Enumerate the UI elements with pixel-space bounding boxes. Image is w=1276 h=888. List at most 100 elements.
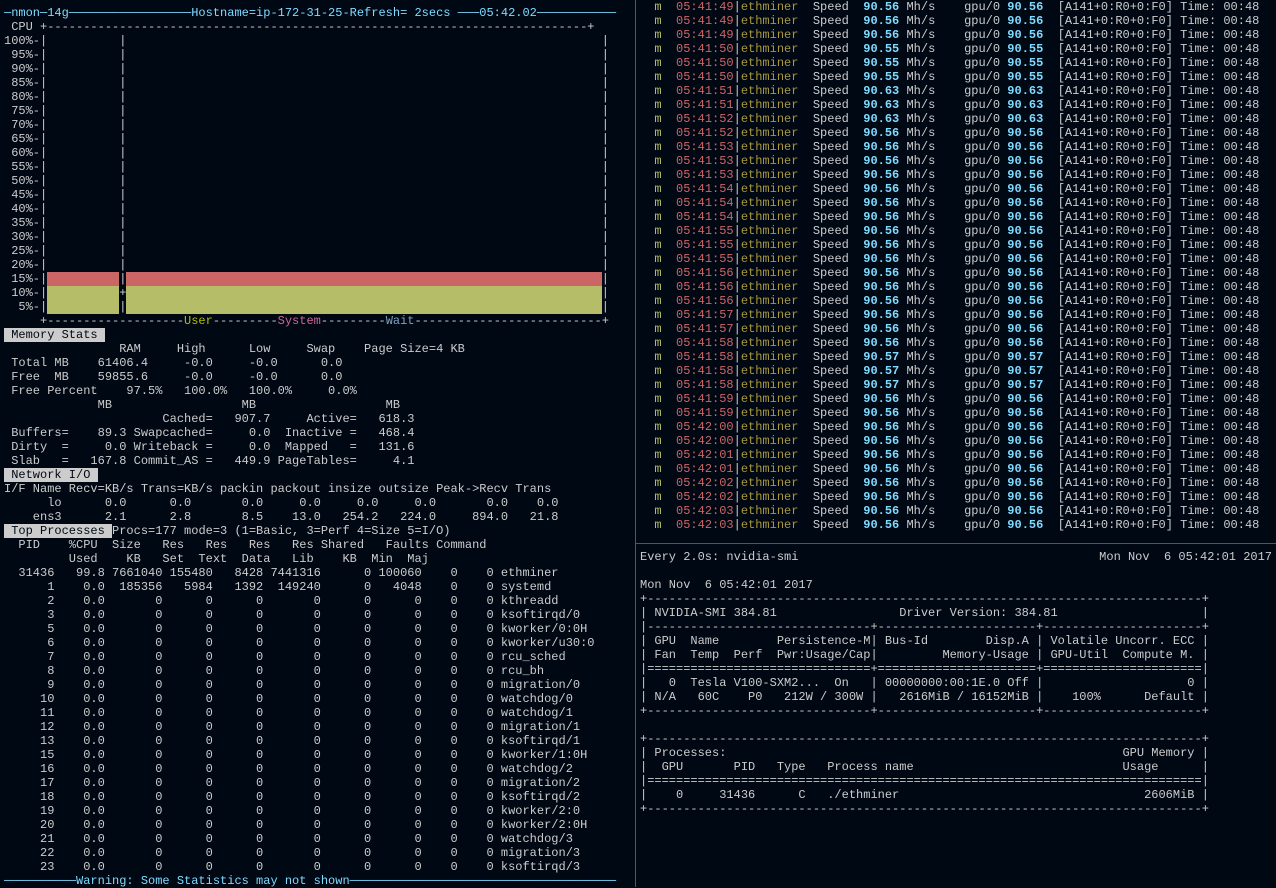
- process-row: 18 0.0 0 0 0 0 0 0 0 0 ksoftirqd/2: [4, 790, 631, 804]
- mem-slab: Slab = 167.8 Commit_AS = 449.9 PageTable…: [4, 454, 631, 468]
- cpu-row-10: 10%-|UUUUUUUUUU+UUUUUUUUUUUUUUUUUUUUUUUU…: [4, 286, 631, 300]
- process-row: 15 0.0 0 0 0 0 0 0 0 0 kworker/1:0H: [4, 748, 631, 762]
- cpu-row: 70%-| | |: [4, 118, 631, 132]
- cpu-row: 40%-| | |: [4, 202, 631, 216]
- process-row: 9 0.0 0 0 0 0 0 0 0 0 migration/0: [4, 678, 631, 692]
- mem-header: RAM High Low Swap Page Size=4 KB: [4, 342, 631, 356]
- cpu-row-15: 15%-|ssssssssss|ssssssssssssssssssssssss…: [4, 272, 631, 286]
- cpu-row: 80%-| | |: [4, 90, 631, 104]
- smi-proc-bot: +---------------------------------------…: [640, 802, 1272, 816]
- process-row: 6 0.0 0 0 0 0 0 0 0 0 kworker/u30:0: [4, 636, 631, 650]
- top-header1: PID %CPU Size Res Res Res Res Shared Fau…: [4, 538, 631, 552]
- smi-proc-hdr2: | GPU PID Type Process name Usage |: [640, 760, 1272, 774]
- cpu-row: 65%-| | |: [4, 132, 631, 146]
- cpu-row: 50%-| | |: [4, 174, 631, 188]
- cpu-row: 85%-| | |: [4, 76, 631, 90]
- right-pane: m 05:41:49|ethminer Speed 90.56 Mh/s gpu…: [636, 0, 1276, 887]
- smi-proc-row: | 0 31436 C ./ethminer 2606MiB |: [640, 788, 1272, 802]
- nvidia-smi-pane[interactable]: Every 2.0s: nvidia-smiMon Nov 6 05:42:01…: [636, 544, 1276, 887]
- ethminer-log-row: m 05:42:03|ethminer Speed 90.56 Mh/s gpu…: [640, 504, 1272, 518]
- cpu-row: 25%-| | |: [4, 244, 631, 258]
- memory-section-label: Memory Stats: [4, 328, 631, 342]
- smi-border: +---------------------------------------…: [640, 592, 1272, 606]
- ethminer-log-row: m 05:41:56|ethminer Speed 90.56 Mh/s gpu…: [640, 294, 1272, 308]
- top-header2: Used KB Set Text Data Lib KB Min Maj: [4, 552, 631, 566]
- cpu-row: 30%-| | |: [4, 230, 631, 244]
- ethminer-log-row: m 05:42:00|ethminer Speed 90.56 Mh/s gpu…: [640, 420, 1272, 434]
- ethminer-log-row: m 05:41:58|ethminer Speed 90.57 Mh/s gpu…: [640, 364, 1272, 378]
- ethminer-log-row: m 05:41:53|ethminer Speed 90.56 Mh/s gpu…: [640, 168, 1272, 182]
- watch-header: Every 2.0s: nvidia-smiMon Nov 6 05:42:01…: [640, 550, 1272, 564]
- net-ens: ens3 2.1 2.8 8.5 13.0 254.2 224.0 894.0 …: [4, 510, 631, 524]
- smi-gpu-row2: | N/A 60C P0 212W / 300W | 2616MiB / 161…: [640, 690, 1272, 704]
- mem-dirty: Dirty = 0.0 Writeback = 0.0 Mapped = 131…: [4, 440, 631, 454]
- ethminer-log-row: m 05:42:02|ethminer Speed 90.56 Mh/s gpu…: [640, 490, 1272, 504]
- network-section-label: Network I/O: [4, 468, 631, 482]
- mem-total: Total MB 61406.4 -0.0 -0.0 0.0: [4, 356, 631, 370]
- process-row: 19 0.0 0 0 0 0 0 0 0 0 kworker/2:0: [4, 804, 631, 818]
- cpu-row: 35%-| | |: [4, 216, 631, 230]
- warning-line: ──────────Warning: Some Statistics may n…: [4, 874, 631, 888]
- process-row: 11 0.0 0 0 0 0 0 0 0 0 watchdog/1: [4, 706, 631, 720]
- ethminer-log-row: m 05:41:55|ethminer Speed 90.56 Mh/s gpu…: [640, 252, 1272, 266]
- process-row: 5 0.0 0 0 0 0 0 0 0 0 kworker/0:0H: [4, 622, 631, 636]
- cpu-row: 90%-| | |: [4, 62, 631, 76]
- cpu-row: 55%-| | |: [4, 160, 631, 174]
- ethminer-log-row: m 05:41:59|ethminer Speed 90.56 Mh/s gpu…: [640, 392, 1272, 406]
- process-row: 1 0.0 185356 5984 1392 149240 0 4048 0 0…: [4, 580, 631, 594]
- process-row: 12 0.0 0 0 0 0 0 0 0 0 migration/1: [4, 720, 631, 734]
- ethminer-log-row: m 05:41:54|ethminer Speed 90.56 Mh/s gpu…: [640, 182, 1272, 196]
- ethminer-log-row: m 05:41:58|ethminer Speed 90.56 Mh/s gpu…: [640, 336, 1272, 350]
- mem-free: Free MB 59855.6 -0.0 -0.0 0.0: [4, 370, 631, 384]
- process-row: 31436 99.8 7661040 155480 8428 7441316 0…: [4, 566, 631, 580]
- smi-date: Mon Nov 6 05:42:01 2017: [640, 578, 1272, 592]
- process-list: 31436 99.8 7661040 155480 8428 7441316 0…: [4, 566, 631, 874]
- smi-proc-sep: |=======================================…: [640, 774, 1272, 788]
- ethminer-log-row: m 05:41:58|ethminer Speed 90.57 Mh/s gpu…: [640, 350, 1272, 364]
- ethminer-log-row: m 05:42:01|ethminer Speed 90.56 Mh/s gpu…: [640, 448, 1272, 462]
- process-row: 21 0.0 0 0 0 0 0 0 0 0 watchdog/3: [4, 832, 631, 846]
- process-row: 2 0.0 0 0 0 0 0 0 0 0 kthreadd: [4, 594, 631, 608]
- process-row: 22 0.0 0 0 0 0 0 0 0 0 migration/3: [4, 846, 631, 860]
- ethminer-log-row: m 05:41:59|ethminer Speed 90.56 Mh/s gpu…: [640, 406, 1272, 420]
- smi-sep2: |===============================+=======…: [640, 662, 1272, 676]
- ethminer-log-row: m 05:41:54|ethminer Speed 90.56 Mh/s gpu…: [640, 210, 1272, 224]
- smi-version: | NVIDIA-SMI 384.81 Driver Version: 384.…: [640, 606, 1272, 620]
- ethminer-log-row: m 05:41:49|ethminer Speed 90.56 Mh/s gpu…: [640, 28, 1272, 42]
- net-lo: lo 0.0 0.0 0.0 0.0 0.0 0.0 0.0 0.0: [4, 496, 631, 510]
- process-row: 7 0.0 0 0 0 0 0 0 0 0 rcu_sched: [4, 650, 631, 664]
- cpu-row: 100%-| | |: [4, 34, 631, 48]
- ethminer-log-row: m 05:41:50|ethminer Speed 90.55 Mh/s gpu…: [640, 70, 1272, 84]
- ethminer-log-row: m 05:41:55|ethminer Speed 90.56 Mh/s gpu…: [640, 224, 1272, 238]
- smi-gpu-row1: | 0 Tesla V100-SXM2... On | 00000000:00:…: [640, 676, 1272, 690]
- process-row: 13 0.0 0 0 0 0 0 0 0 0 ksoftirqd/1: [4, 734, 631, 748]
- ethminer-log-row: m 05:42:03|ethminer Speed 90.56 Mh/s gpu…: [640, 518, 1272, 532]
- nmon-pane[interactable]: ─nmon─14g─────────────────Hostname=ip-17…: [0, 0, 636, 887]
- ethminer-log-row: m 05:41:53|ethminer Speed 90.56 Mh/s gpu…: [640, 140, 1272, 154]
- ethminer-log-row: m 05:41:53|ethminer Speed 90.56 Mh/s gpu…: [640, 154, 1272, 168]
- smi-hdr1: | GPU Name Persistence-M| Bus-Id Disp.A …: [640, 634, 1272, 648]
- cpu-row: 75%-| | |: [4, 104, 631, 118]
- mem-percent: Free Percent 97.5% 100.0% 100.0% 0.0%: [4, 384, 631, 398]
- cpu-row: 95%-| | |: [4, 48, 631, 62]
- cpu-chart: 100%-| | | 95%-| | | 90%-| |: [4, 34, 631, 272]
- mem-cached: Cached= 907.7 Active= 618.3: [4, 412, 631, 426]
- ethminer-log-row: m 05:41:55|ethminer Speed 90.56 Mh/s gpu…: [640, 238, 1272, 252]
- top-section-label: Top Processes Procs=177 mode=3 (1=Basic,…: [4, 524, 631, 538]
- ethminer-log-row: m 05:42:02|ethminer Speed 90.56 Mh/s gpu…: [640, 476, 1272, 490]
- ethminer-log-row: m 05:41:50|ethminer Speed 90.55 Mh/s gpu…: [640, 56, 1272, 70]
- net-header: I/F Name Recv=KB/s Trans=KB/s packin pac…: [4, 482, 631, 496]
- process-row: 20 0.0 0 0 0 0 0 0 0 0 kworker/2:0H: [4, 818, 631, 832]
- ethminer-log-row: m 05:41:49|ethminer Speed 90.56 Mh/s gpu…: [640, 14, 1272, 28]
- smi-proc-hdr1: | Processes: GPU Memory |: [640, 746, 1272, 760]
- process-row: 8 0.0 0 0 0 0 0 0 0 0 rcu_bh: [4, 664, 631, 678]
- smi-hdr2: | Fan Temp Perf Pwr:Usage/Cap| Memory-Us…: [640, 648, 1272, 662]
- nmon-header: ─nmon─14g─────────────────Hostname=ip-17…: [4, 6, 631, 20]
- cpu-row: 60%-| | |: [4, 146, 631, 160]
- ethminer-log-row: m 05:41:50|ethminer Speed 90.55 Mh/s gpu…: [640, 42, 1272, 56]
- cpu-row: 45%-| | |: [4, 188, 631, 202]
- ethminer-log-row: m 05:41:52|ethminer Speed 90.56 Mh/s gpu…: [640, 126, 1272, 140]
- ethminer-log-row: m 05:41:52|ethminer Speed 90.63 Mh/s gpu…: [640, 112, 1272, 126]
- ethminer-log-row: m 05:42:00|ethminer Speed 90.56 Mh/s gpu…: [640, 434, 1272, 448]
- ethminer-log[interactable]: m 05:41:49|ethminer Speed 90.56 Mh/s gpu…: [636, 0, 1276, 544]
